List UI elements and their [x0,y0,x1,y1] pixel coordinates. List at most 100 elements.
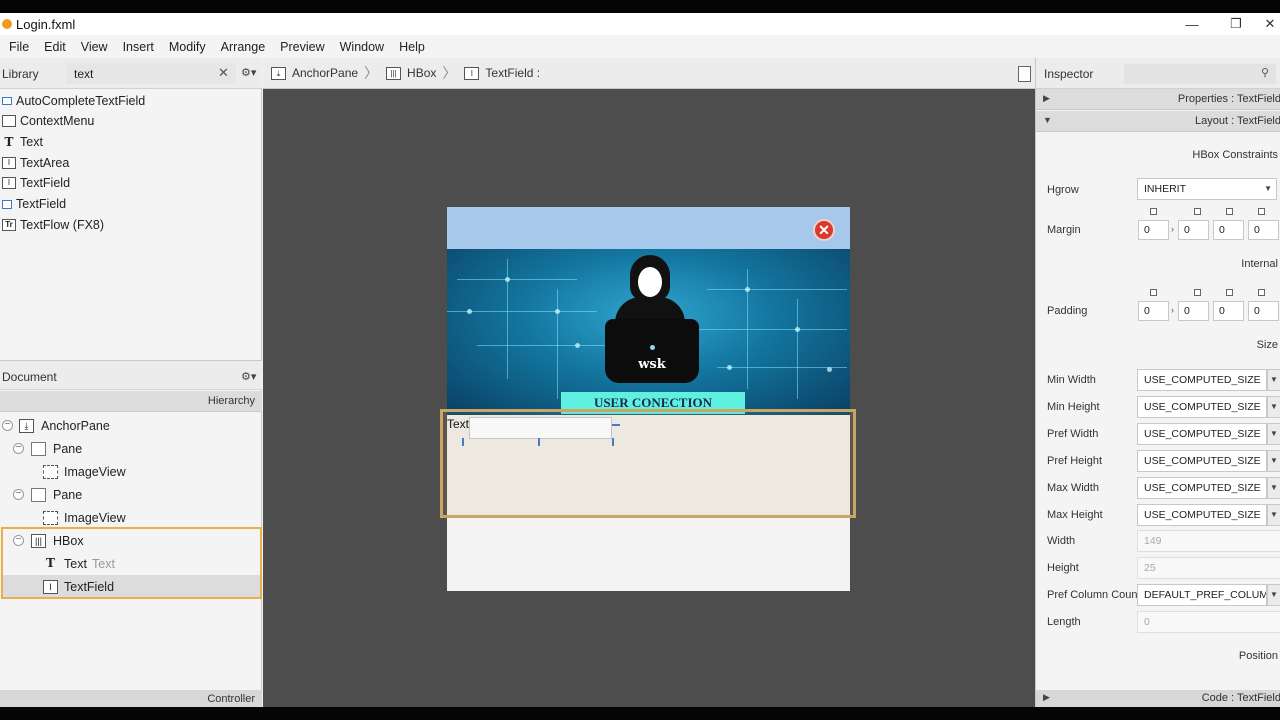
textfield-icon [2,199,12,209]
chevron-down-icon[interactable]: ▼ [1267,423,1280,445]
menu-file[interactable]: File [9,40,29,54]
laptop-logo-dot [650,345,655,350]
properties-section-title: Properties : TextField [1177,93,1280,105]
resize-handle[interactable] [538,438,546,446]
properties-section-bar[interactable]: ▶ Properties : TextField [1036,89,1280,110]
tree-row-anchorpane[interactable]: − ⤓ AnchorPane [0,414,262,437]
pref-column-count-label: Pref Column Count [1047,589,1141,601]
breadcrumb: ⤓ AnchorPane 〉 ||| HBox 〉 I TextField : [263,58,1035,89]
menu-edit[interactable]: Edit [44,40,66,54]
min-width-label: Min Width [1047,374,1096,386]
chevron-down-icon[interactable]: ▼ [1267,450,1280,472]
menu-preview[interactable]: Preview [280,40,324,54]
breadcrumb-anchorpane[interactable]: ⤓ AnchorPane 〉 [271,63,378,83]
chevron-right-icon: ▶ [1043,93,1050,103]
max-width-field[interactable]: USE_COMPUTED_SIZE [1137,477,1267,499]
padding-label: Padding [1047,305,1088,317]
menu-window[interactable]: Window [340,40,384,54]
document-icon[interactable] [1018,66,1031,82]
code-section-bar[interactable]: ▶ Code : TextField [1036,690,1280,707]
controller-section-bar[interactable]: Controller [0,690,262,707]
form-header-pane[interactable]: ✕ [447,207,850,249]
document-gear-icon[interactable]: ⚙▾ [241,370,256,383]
chevron-right-icon: 〉 [442,65,457,81]
chevron-right-icon: ▶ [1043,692,1050,702]
max-height-label: Max Height [1047,509,1103,521]
collapse-toggle-icon[interactable]: − [13,489,24,500]
library-item-label: TextArea [20,156,70,170]
text-node[interactable]: Text [447,417,469,431]
pref-height-field[interactable]: USE_COMPUTED_SIZE [1137,450,1267,472]
library-search-input[interactable] [66,63,236,84]
chevron-down-icon[interactable]: ▼ [1267,504,1280,526]
library-item-textarea[interactable]: I TextArea [0,153,69,173]
resize-handle[interactable] [612,424,620,432]
min-width-field[interactable]: USE_COMPUTED_SIZE [1137,369,1267,391]
library-item-text[interactable]: T Text [0,132,43,152]
menu-arrange[interactable]: Arrange [221,40,265,54]
library-item-textfield-2[interactable]: TextField [0,194,66,214]
height-label: Height [1047,562,1079,574]
padding-top-field[interactable]: 0 [1138,301,1169,321]
menu-modify[interactable]: Modify [169,40,206,54]
menu-insert[interactable]: Insert [123,40,154,54]
margin-right-field[interactable]: 0 [1178,220,1209,240]
textfield-icon: I [464,66,480,80]
clear-search-icon[interactable]: ✕ [218,65,229,81]
library-item-autocompletetextfield[interactable]: AutoCompleteTextField [0,91,145,111]
inspector-search-input[interactable] [1124,64,1276,84]
breadcrumb-hbox[interactable]: ||| HBox 〉 [386,63,456,83]
menu-bar: File Edit View Insert Modify Arrange Pre… [0,35,1280,58]
margin-top-field[interactable]: 0 [1138,220,1169,240]
banner-imageview[interactable]: wsk USER CONECTION [447,249,850,415]
link-icon: › [1171,305,1174,315]
margin-bottom-icon [1226,208,1233,215]
contextmenu-icon [2,115,16,127]
hierarchy-section-bar[interactable]: Hierarchy [0,391,262,412]
tree-row-pane-1[interactable]: − Pane [0,437,262,460]
padding-bottom-field[interactable]: 0 [1213,301,1244,321]
min-height-field[interactable]: USE_COMPUTED_SIZE [1137,396,1267,418]
breadcrumb-textfield[interactable]: I TextField : [464,66,540,80]
collapse-toggle-icon[interactable]: − [13,443,24,454]
resize-handle[interactable] [612,438,620,446]
tree-row-pane-2[interactable]: − Pane [0,483,262,506]
margin-bottom-field[interactable]: 0 [1213,220,1244,240]
padding-right-field[interactable]: 0 [1178,301,1209,321]
library-gear-icon[interactable]: ⚙▾ [241,66,256,79]
library-item-label: TextFlow (FX8) [20,218,105,232]
resize-handle[interactable] [462,438,470,446]
controller-label: Controller [207,693,255,705]
chevron-down-icon[interactable]: ▼ [1267,369,1280,391]
chevron-down-icon[interactable]: ▼ [1267,396,1280,418]
max-height-field[interactable]: USE_COMPUTED_SIZE [1137,504,1267,526]
chevron-down-icon[interactable]: ▼ [1267,477,1280,499]
tree-row-imageview-2[interactable]: ImageView [0,506,262,529]
layout-section-bar[interactable]: ▼ Layout : TextField [1036,111,1280,132]
selected-textfield[interactable] [469,417,612,439]
hgrow-select[interactable]: INHERIT ▼ [1137,178,1277,200]
tree-row-imageview-1[interactable]: ImageView [0,460,262,483]
chevron-down-icon[interactable]: ▼ [1267,584,1280,606]
text-icon: T [4,135,14,149]
close-window-button[interactable]: ✕ [1250,13,1280,35]
menu-view[interactable]: View [81,40,108,54]
minimize-button[interactable]: — [1172,13,1212,35]
padding-top-icon [1150,289,1157,296]
pref-width-field[interactable]: USE_COMPUTED_SIZE [1137,423,1267,445]
login-form-preview[interactable]: ✕ wsk USER CONECTION [447,207,850,591]
collapse-toggle-icon[interactable]: − [2,420,13,431]
pref-column-count-field[interactable]: DEFAULT_PREF_COLUMN_COUNT [1137,584,1267,606]
library-item-contextmenu[interactable]: ContextMenu [0,111,94,131]
padding-left-field[interactable]: 0 [1248,301,1279,321]
library-item-textfield[interactable]: I TextField [0,173,70,193]
library-item-textflow[interactable]: Tr TextFlow (FX8) [0,215,104,235]
margin-left-icon [1258,208,1265,215]
margin-left-field[interactable]: 0 [1248,220,1279,240]
app-icon [2,19,12,29]
document-label: Document [2,370,57,384]
close-icon[interactable]: ✕ [813,219,835,241]
width-field: 149 [1137,530,1280,552]
menu-help[interactable]: Help [399,40,425,54]
width-label: Width [1047,535,1076,547]
